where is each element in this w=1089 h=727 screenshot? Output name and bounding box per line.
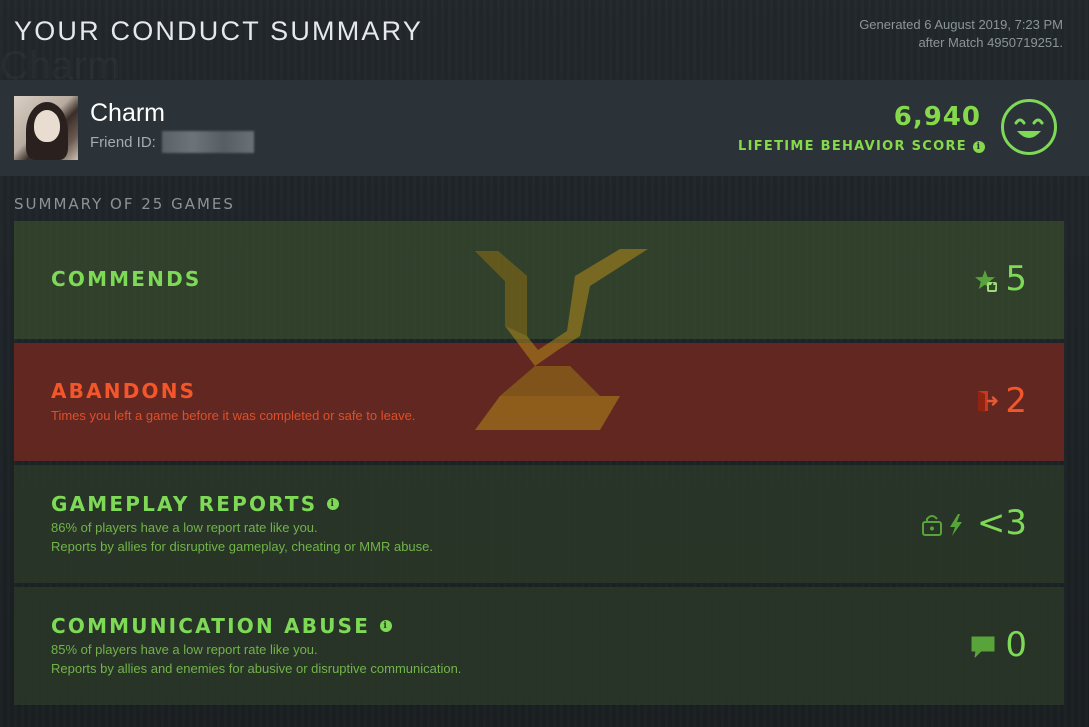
gameplay-reports-title-text: GAMEPLAY REPORTS xyxy=(51,492,318,516)
abandons-value: 2 xyxy=(1005,381,1027,421)
header: YOUR CONDUCT SUMMARY Generated 6 August … xyxy=(0,0,1089,80)
abandons-title: ABANDONS xyxy=(51,379,196,403)
gameplay-reports-title: GAMEPLAY REPORTS i xyxy=(51,492,340,516)
commends-title-text: COMMENDS xyxy=(51,267,202,291)
commends-title: COMMENDS xyxy=(51,267,202,291)
communication-abuse-rate: 85% of players have a low report rate li… xyxy=(51,642,318,657)
behavior-score-label-text: LIFETIME BEHAVIOR SCORE xyxy=(737,139,967,154)
communication-abuse-description: 85% of players have a low report rate li… xyxy=(51,640,461,678)
gameplay-reports-value: <3 xyxy=(976,503,1027,543)
generated-match: after Match 4950719251. xyxy=(918,35,1063,50)
behavior-score-label: LIFETIME BEHAVIOR SCORE i xyxy=(738,139,985,154)
communication-abuse-value: 0 xyxy=(1005,625,1027,665)
info-icon[interactable]: i xyxy=(973,140,985,153)
gameplay-reports-panel: GAMEPLAY REPORTS i 86% of players have a… xyxy=(14,465,1064,583)
abandons-description: Times you left a game before it was comp… xyxy=(51,408,416,423)
commends-value: 5 xyxy=(1005,259,1027,299)
info-icon[interactable]: i xyxy=(380,620,393,632)
gameplay-reports-explain: Reports by allies for disruptive gamepla… xyxy=(51,539,433,554)
commends-panel: COMMENDS 5 xyxy=(14,221,1064,339)
communication-abuse-panel: COMMUNICATION ABUSE i 85% of players hav… xyxy=(14,587,1064,705)
chat-bubble-icon xyxy=(971,636,995,658)
gameplay-reports-rate: 86% of players have a low report rate li… xyxy=(51,520,318,535)
profile-bar: Charm Friend ID: 6,940 LIFETIME BEHAVIOR… xyxy=(0,80,1089,176)
page-title: YOUR CONDUCT SUMMARY xyxy=(14,16,424,46)
communication-abuse-title: COMMUNICATION ABUSE i xyxy=(51,614,393,638)
friend-id-label: Friend ID: xyxy=(90,134,156,151)
summary-heading: SUMMARY OF 25 GAMES xyxy=(14,195,235,213)
friend-id-redacted xyxy=(162,131,254,153)
lock-lightning-icon xyxy=(922,514,962,536)
generated-info: Generated 6 August 2019, 7:23 PM after M… xyxy=(859,16,1063,52)
gameplay-reports-description: 86% of players have a low report rate li… xyxy=(51,518,433,556)
abandons-panel: ABANDONS Times you left a game before it… xyxy=(14,343,1064,461)
behavior-score-value: 6,940 xyxy=(893,102,981,132)
player-name: Charm xyxy=(90,99,166,127)
star-thumb-icon xyxy=(975,270,997,292)
communication-abuse-explain: Reports by allies and enemies for abusiv… xyxy=(51,661,462,676)
smiley-face-icon xyxy=(1001,99,1057,155)
info-icon[interactable]: i xyxy=(327,498,340,510)
generated-date: Generated 6 August 2019, 7:23 PM xyxy=(859,17,1063,32)
communication-abuse-title-text: COMMUNICATION ABUSE xyxy=(51,614,371,638)
avatar[interactable] xyxy=(14,96,78,160)
abandons-title-text: ABANDONS xyxy=(51,379,197,403)
exit-door-icon xyxy=(978,391,998,412)
